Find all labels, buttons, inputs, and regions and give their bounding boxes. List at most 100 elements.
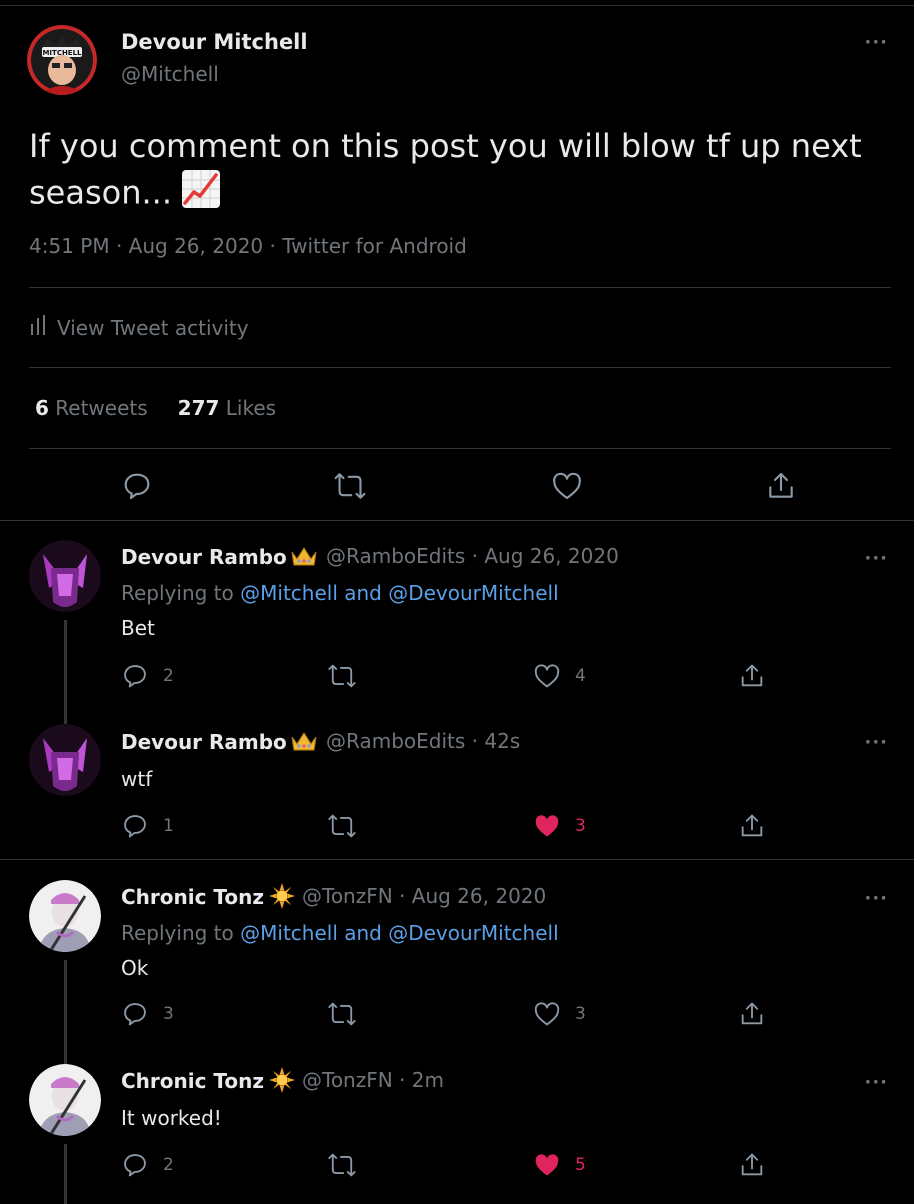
thread-line [64, 1040, 67, 1064]
retweet-icon [328, 814, 356, 838]
reply-author-name[interactable]: Chronic Tonz [121, 885, 264, 909]
author-name[interactable]: Devour Mitchell [121, 30, 308, 54]
reply-action[interactable]: 3 [121, 1000, 174, 1028]
replying-to: Replying to @Mitchell and @DevourMitchel… [121, 921, 559, 945]
thread-line [64, 1144, 67, 1204]
like-icon [534, 1002, 560, 1026]
view-activity-link[interactable]: View Tweet activity [29, 314, 249, 341]
reply-avatar[interactable] [29, 1064, 101, 1136]
retweets-stat[interactable]: 6 Retweets [35, 396, 148, 420]
share-action[interactable] [738, 812, 766, 840]
reply-text: Bet [121, 616, 155, 640]
replying-to-links[interactable]: @Mitchell and @DevourMitchell [240, 921, 559, 945]
retweet-action[interactable] [327, 1000, 357, 1028]
reply-handle[interactable]: @RamboEdits · Aug 26, 2020 [326, 544, 619, 568]
tweet-source[interactable]: Twitter for Android [282, 234, 467, 258]
reply-tweet[interactable]: Devour Rambo @RamboEdits · Aug 26, 2020 … [0, 520, 914, 720]
liked-heart-icon [535, 1154, 559, 1176]
sun-icon [268, 1066, 296, 1098]
tweet-body: If you comment on this post you will blo… [29, 127, 862, 212]
reply-count: 1 [163, 816, 174, 836]
reply-tweet[interactable]: Devour Rambo @RamboEdits · 42s ··· wtf 1… [0, 700, 914, 860]
reply-count: 3 [163, 1004, 174, 1024]
sun-icon [268, 882, 296, 914]
activity-label: View Tweet activity [57, 315, 249, 340]
reply-tweet[interactable]: Chronic Tonz @TonzFN · 2m ··· It worked!… [0, 1040, 914, 1204]
like-icon [534, 664, 560, 688]
like-action[interactable]: 4 [533, 662, 586, 690]
author-avatar[interactable]: MITCHELL [27, 25, 97, 95]
reply-author-name[interactable]: Devour Rambo [121, 730, 287, 754]
more-options-icon[interactable]: ··· [864, 732, 888, 753]
share-action[interactable] [738, 1000, 766, 1028]
tweet-date[interactable]: Aug 26, 2020 [129, 234, 263, 258]
share-icon [741, 1153, 763, 1176]
retweet-icon[interactable] [333, 470, 367, 506]
reply-tweet[interactable]: Chronic Tonz @TonzFN · Aug 26, 2020 ··· … [0, 860, 914, 1070]
reply-action[interactable]: 2 [121, 1151, 174, 1179]
retweets-label: Retweets [55, 396, 148, 420]
reply-count: 2 [163, 1155, 174, 1175]
retweets-count: 6 [35, 396, 49, 420]
share-action[interactable] [738, 662, 766, 690]
share-icon [741, 664, 763, 687]
like-count: 3 [575, 816, 586, 836]
author-handle[interactable]: @Mitchell [121, 62, 219, 86]
separator [29, 367, 891, 368]
meta-sep: · [263, 234, 283, 258]
main-tweet: MITCHELL Devour Mitchell @Mitchell ··· I… [0, 0, 914, 521]
like-count: 3 [575, 1004, 586, 1024]
more-options-icon[interactable]: ··· [864, 888, 888, 909]
crown-icon [290, 544, 318, 572]
like-action[interactable]: 3 [533, 1000, 586, 1028]
reply-icon [124, 1154, 146, 1177]
reply-avatar[interactable] [29, 724, 101, 796]
likes-label: Likes [225, 396, 277, 420]
replying-prefix: Replying to [121, 921, 234, 945]
share-icon[interactable] [765, 470, 797, 506]
replying-to: Replying to @Mitchell and @DevourMitchel… [121, 581, 559, 605]
reply-avatar[interactable] [29, 540, 101, 612]
liked-heart-icon [535, 815, 559, 837]
tweet-actions [0, 470, 914, 506]
tweet-time[interactable]: 4:51 PM [29, 234, 110, 258]
like-icon[interactable] [551, 470, 583, 506]
retweet-action[interactable] [327, 812, 357, 840]
meta-sep: · [109, 234, 129, 258]
tweet-meta: 4:51 PM · Aug 26, 2020 · Twitter for And… [29, 234, 467, 258]
more-options-icon[interactable]: ··· [864, 32, 888, 53]
reply-text: It worked! [121, 1106, 222, 1130]
share-icon [741, 814, 763, 837]
reply-action[interactable]: 1 [121, 812, 174, 840]
retweet-icon [328, 664, 356, 688]
like-count: 4 [575, 666, 586, 686]
reply-icon [124, 665, 146, 688]
tweet-stats: 6 Retweets 277 Likes [35, 396, 276, 420]
retweet-icon [328, 1002, 356, 1026]
like-action[interactable]: 5 [533, 1151, 586, 1179]
reply-author-name[interactable]: Chronic Tonz [121, 1069, 264, 1093]
reply-handle[interactable]: @RamboEdits · 42s [326, 729, 520, 753]
reply-handle[interactable]: @TonzFN · 2m [302, 1068, 444, 1092]
like-action[interactable]: 3 [533, 812, 586, 840]
replying-to-links[interactable]: @Mitchell and @DevourMitchell [240, 581, 559, 605]
replying-prefix: Replying to [121, 581, 234, 605]
retweet-action[interactable] [327, 662, 357, 690]
reply-handle[interactable]: @TonzFN · Aug 26, 2020 [302, 884, 546, 908]
reply-count: 2 [163, 666, 174, 686]
chart-increasing-icon [180, 168, 222, 221]
share-action[interactable] [738, 1151, 766, 1179]
retweet-action[interactable] [327, 1151, 357, 1179]
more-options-icon[interactable]: ··· [864, 548, 888, 569]
reply-text: Ok [121, 956, 149, 980]
likes-stat[interactable]: 277 Likes [178, 396, 276, 420]
reply-icon [124, 1003, 146, 1026]
reply-action[interactable]: 2 [121, 662, 174, 690]
retweet-icon [328, 1153, 356, 1177]
reply-avatar[interactable] [29, 880, 101, 952]
reply-icon[interactable] [121, 470, 153, 506]
reply-author-name[interactable]: Devour Rambo [121, 545, 287, 569]
separator [29, 287, 891, 288]
more-options-icon[interactable]: ··· [864, 1072, 888, 1093]
likes-count: 277 [177, 396, 220, 420]
